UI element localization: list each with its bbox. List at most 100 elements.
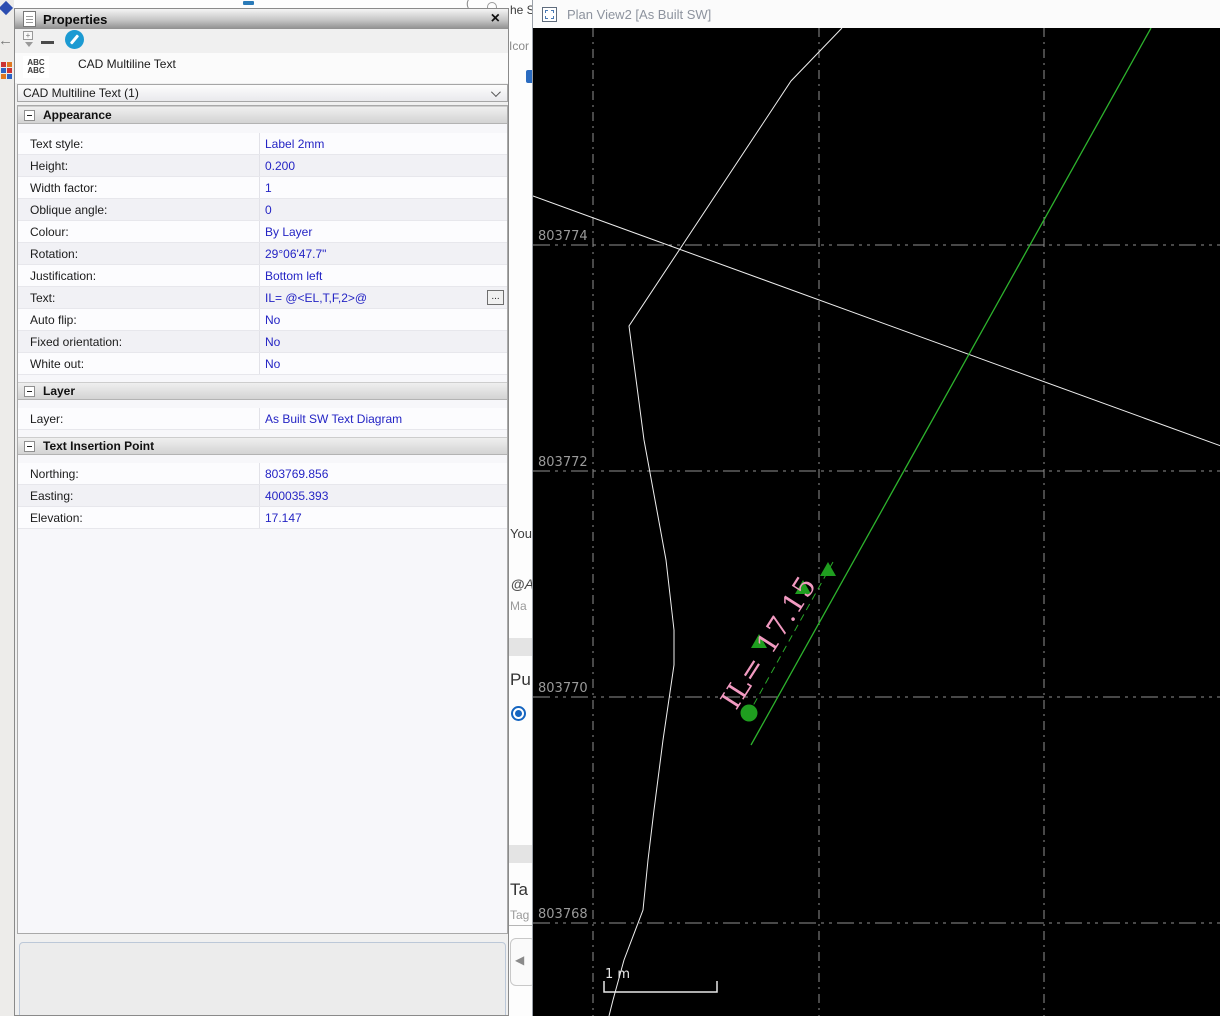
panel-title: Properties <box>43 11 108 27</box>
property-value[interactable]: No <box>260 309 507 330</box>
property-label: White out: <box>18 353 260 374</box>
green-pipe-line[interactable] <box>750 27 1152 746</box>
panel-footer-box <box>19 942 506 1015</box>
table-row: Text: IL= @<EL,T,F,2>@ ... <box>18 287 507 309</box>
cad-canvas[interactable]: 803774 803772 803770 803768 IL= 17.15 1 … <box>533 27 1220 1016</box>
northing-label: 803772 <box>538 455 588 470</box>
background-top-strip: ( <box>14 0 509 8</box>
property-label: Width factor: <box>18 177 260 198</box>
property-label: Easting: <box>18 485 260 506</box>
plan-view-title: Plan View2 [As Built SW] <box>567 6 712 22</box>
attachment-icon: @A <box>511 576 532 592</box>
property-label: Rotation: <box>18 243 260 264</box>
white-boundary-string[interactable] <box>608 27 843 1016</box>
table-row: Fixed orientation: No <box>18 331 507 353</box>
property-value[interactable]: 400035.393 <box>260 485 507 506</box>
background-heading-fragment: Pu <box>510 670 531 689</box>
collapse-icon[interactable] <box>24 109 35 121</box>
layer-rows: Layer: As Built SW Text Diagram <box>18 408 507 430</box>
property-value[interactable]: 29°06'47.7" <box>260 243 507 264</box>
background-toolbar-strip: ← <box>0 0 14 1016</box>
table-row: Northing: 803769.856 <box>18 463 507 485</box>
multiline-text-icon: ABC ABC <box>23 56 49 78</box>
triangle-marker <box>820 562 836 576</box>
property-label: Text: <box>18 287 260 308</box>
property-value[interactable]: 803769.856 <box>260 463 507 484</box>
divider-bar <box>509 638 532 656</box>
property-label: Justification: <box>18 265 260 286</box>
table-row: Auto flip: No <box>18 309 507 331</box>
table-row: Width factor: 1 <box>18 177 507 199</box>
background-text-fragment: Ma <box>510 599 527 613</box>
snap-insert-icon[interactable]: + <box>23 31 35 49</box>
property-label: Northing: <box>18 463 260 484</box>
white-crossing-string[interactable] <box>533 195 1220 447</box>
table-row: Height: 0.200 <box>18 155 507 177</box>
table-row: Justification: Bottom left <box>18 265 507 287</box>
northing-label: 803770 <box>538 681 588 696</box>
table-row: Elevation: 17.147 <box>18 507 507 529</box>
divider-bar <box>509 845 532 863</box>
object-type-label: CAD Multiline Text <box>78 57 176 71</box>
property-label: Elevation: <box>18 507 260 528</box>
property-value[interactable]: Label 2mm <box>260 133 507 154</box>
property-value[interactable]: No <box>260 331 507 352</box>
document-icon <box>23 11 36 27</box>
table-row: Text style: Label 2mm <box>18 133 507 155</box>
text-edit-button[interactable]: ... <box>487 290 504 305</box>
properties-titlebar[interactable]: Properties × <box>15 9 508 29</box>
collapse-icon[interactable] <box>24 385 35 397</box>
background-text-fragment: he S <box>510 3 532 17</box>
property-value[interactable]: By Layer <box>260 221 507 242</box>
color-palette-icon <box>1 62 12 79</box>
property-value[interactable]: 0 <box>260 199 507 220</box>
back-button[interactable]: ◀ <box>510 938 532 986</box>
property-value[interactable]: IL= @<EL,T,F,2>@ <box>260 287 507 308</box>
appearance-rows: Text style: Label 2mm Height: 0.200 Widt… <box>18 133 507 375</box>
input-underline <box>509 925 532 926</box>
background-text-fragment: Tag <box>510 908 530 922</box>
property-label: Colour: <box>18 221 260 242</box>
property-label: Auto flip: <box>18 309 260 330</box>
radio-button[interactable] <box>511 706 526 721</box>
table-row: Colour: By Layer <box>18 221 507 243</box>
object-selector[interactable]: CAD Multiline Text (1) <box>17 84 508 102</box>
table-row: Layer: As Built SW Text Diagram <box>18 408 507 430</box>
properties-panel: Properties × + ABC ABC CAD Multiline Tex… <box>14 8 509 1016</box>
table-row: Easting: 400035.393 <box>18 485 507 507</box>
background-window-strip: he S Icor You @A Ma Pu Ta Tag ◀ <box>509 0 532 1016</box>
section-title: Layer <box>43 384 76 398</box>
close-icon[interactable]: × <box>491 9 500 29</box>
scale-bar-label: 1 m <box>605 967 630 982</box>
table-row: Oblique angle: 0 <box>18 199 507 221</box>
chevron-down-icon <box>490 87 501 98</box>
property-value[interactable]: As Built SW Text Diagram <box>260 408 507 429</box>
grid-lines <box>533 28 1220 1016</box>
object-selector-value: CAD Multiline Text (1) <box>23 86 139 100</box>
table-row: Rotation: 29°06'47.7" <box>18 243 507 265</box>
property-value[interactable]: Bottom left <box>260 265 507 286</box>
plan-view-window: Plan View2 [As Built SW] 803774 803772 8… <box>532 0 1220 1016</box>
selected-object-band: ABC ABC CAD Multiline Text <box>15 53 508 83</box>
section-header-appearance: Appearance <box>18 106 507 124</box>
edit-icon[interactable] <box>65 30 84 49</box>
il-annotation-text[interactable]: IL= 17.15 <box>714 570 823 715</box>
property-value[interactable]: No <box>260 353 507 374</box>
property-grid: Appearance Text style: Label 2mm Height:… <box>17 105 508 934</box>
collapse-icon[interactable] <box>24 440 35 452</box>
section-header-text-insertion-point: Text Insertion Point <box>18 437 507 455</box>
scale-bar: 1 m <box>603 967 718 993</box>
background-text-fragment: You <box>510 526 532 541</box>
property-label: Height: <box>18 155 260 176</box>
property-label: Fixed orientation: <box>18 331 260 352</box>
property-label: Layer: <box>18 408 260 429</box>
property-value[interactable]: 1 <box>260 177 507 198</box>
property-value[interactable]: 17.147 <box>260 507 507 528</box>
property-value[interactable]: 0.200 <box>260 155 507 176</box>
plan-view-icon <box>542 6 557 22</box>
minus-icon[interactable] <box>41 41 54 44</box>
properties-toolbar: + <box>15 29 508 53</box>
section-title: Text Insertion Point <box>43 439 155 453</box>
plan-view-titlebar[interactable]: Plan View2 [As Built SW] <box>533 0 1220 28</box>
section-header-layer: Layer <box>18 382 507 400</box>
